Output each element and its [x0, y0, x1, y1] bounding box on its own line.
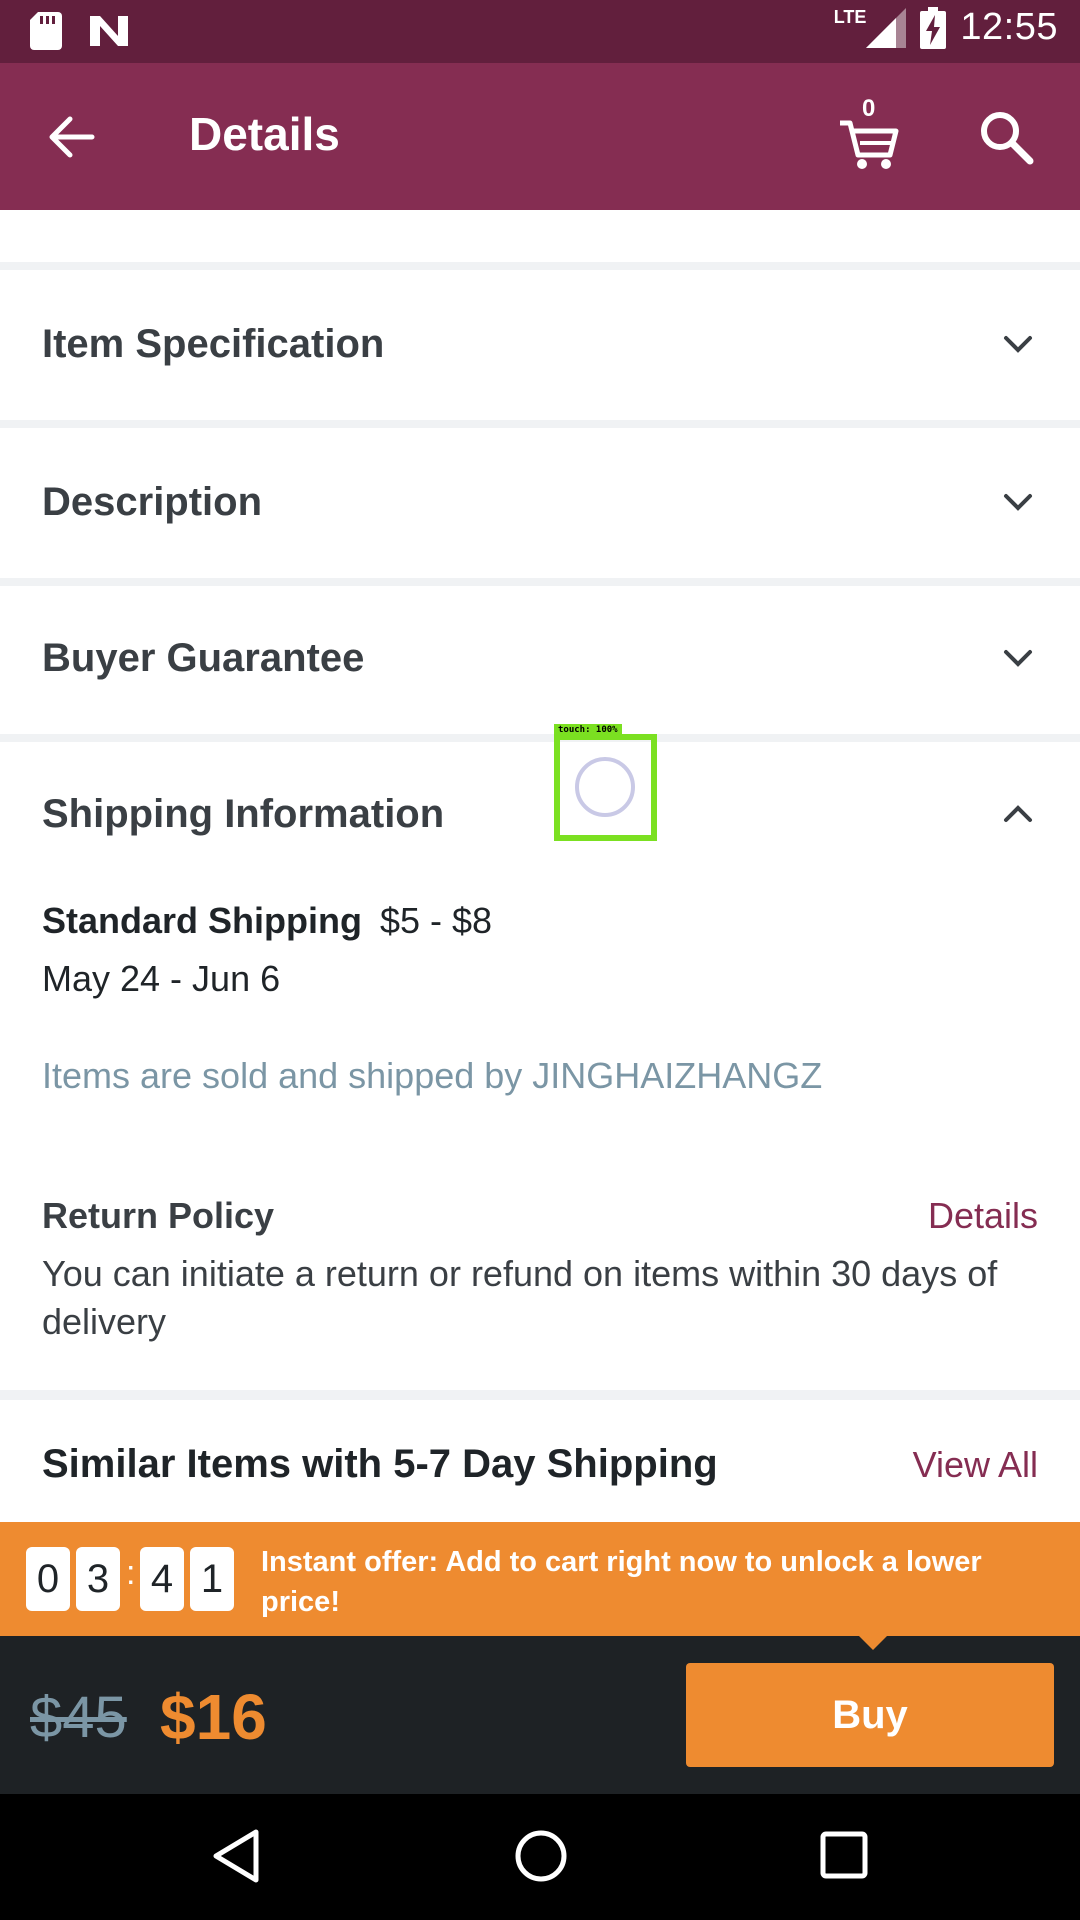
instant-offer-banner[interactable]: 0 3 : 4 1 Instant offer: Add to cart rig… [0, 1522, 1080, 1636]
recents-square-icon[interactable] [820, 1828, 868, 1884]
similar-items-title: Similar Items with 5-7 Day Shipping [42, 1442, 718, 1486]
view-all-link[interactable]: View All [913, 1444, 1038, 1486]
timer-digit: 3 [76, 1547, 120, 1611]
timer-digit: 4 [140, 1547, 184, 1611]
cart-count-badge: 0 [862, 95, 876, 122]
signal-icon [866, 7, 907, 48]
home-circle-icon[interactable] [513, 1828, 569, 1884]
section-item-specification[interactable]: Item Specification [0, 270, 1080, 420]
offer-text: Instant offer: Add to cart right now to … [261, 1546, 982, 1618]
status-time: 12:55 [960, 6, 1058, 48]
shipping-method: Standard Shipping [42, 900, 362, 941]
chevron-down-icon [1004, 650, 1032, 667]
search-icon[interactable] [978, 109, 1034, 165]
section-title: Item Specification [42, 322, 385, 366]
buy-button[interactable]: Buy [686, 1663, 1054, 1767]
standard-shipping-row: Standard Shipping $5 - $8 [42, 900, 492, 942]
touch-indicator [575, 757, 635, 817]
offer-pointer [857, 1634, 889, 1650]
details-content[interactable]: Item Specification Description Buyer Gua… [0, 210, 1080, 1522]
chevron-up-icon[interactable] [1000, 796, 1036, 832]
section-divider [0, 1390, 1080, 1400]
system-nav-bar [0, 1794, 1080, 1920]
timer-separator: : [126, 1554, 136, 1592]
back-triangle-icon[interactable] [212, 1828, 262, 1884]
status-bar: LTE 12:55 [0, 0, 1080, 63]
return-policy-text: You can initiate a return or refund on i… [42, 1253, 998, 1342]
section-description[interactable]: Description [0, 428, 1080, 578]
n-notification-icon [90, 16, 128, 46]
return-policy-title: Return Policy [42, 1195, 275, 1236]
app-bar: Details 0 [0, 63, 1080, 210]
chevron-down-icon [1004, 336, 1032, 353]
section-title[interactable]: Shipping Information [42, 792, 444, 837]
previous-card-bottom [0, 210, 1080, 262]
chevron-down-icon [1004, 494, 1032, 511]
lte-indicator: LTE [833, 7, 867, 27]
seller-note: Items are sold and shipped by JINGHAIZHA… [42, 1055, 823, 1096]
timer-digit: 1 [190, 1547, 234, 1611]
section-buyer-guarantee[interactable]: Buyer Guarantee [0, 586, 1080, 734]
section-title: Buyer Guarantee [42, 636, 365, 680]
sd-card-icon [30, 12, 62, 50]
return-policy-details-link[interactable]: Details [928, 1195, 1038, 1237]
back-arrow-icon[interactable] [44, 109, 100, 165]
current-price: $16 [160, 1681, 267, 1753]
battery-charging-icon [920, 6, 947, 49]
cart-button[interactable]: 0 [838, 95, 902, 171]
shipping-date-range: May 24 - Jun 6 [42, 958, 281, 999]
similar-items-header: Similar Items with 5-7 Day Shipping View… [0, 1400, 1080, 1522]
original-price: $45 [30, 1685, 127, 1750]
timer-digit: 0 [26, 1547, 70, 1611]
page-title: Details [189, 108, 340, 160]
purchase-bar: $45 $16 Buy [0, 1634, 1080, 1794]
shipping-price-range: $5 - $8 [380, 900, 493, 941]
section-title: Description [42, 480, 263, 524]
